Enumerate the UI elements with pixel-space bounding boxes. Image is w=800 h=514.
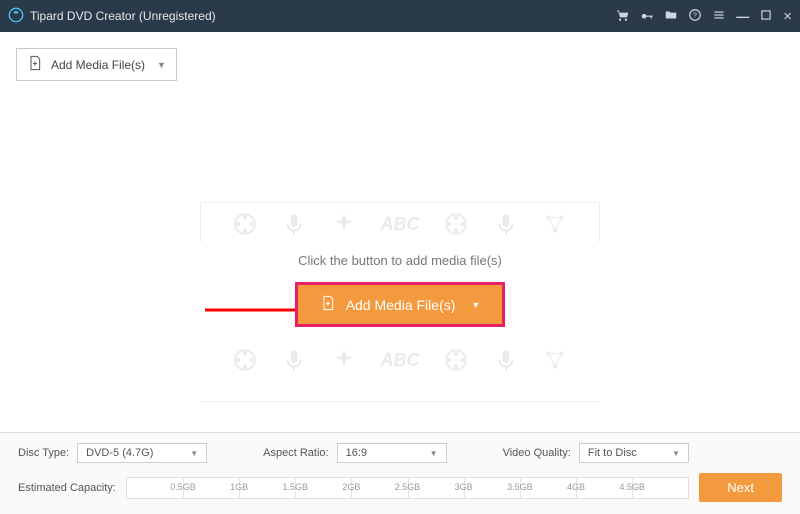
titlebar: Tipard DVD Creator (Unregistered) ? — ×	[0, 0, 800, 32]
add-media-label: Add Media File(s)	[51, 58, 145, 72]
capacity-tick-label: 1.5GB	[282, 482, 308, 492]
abc-watermark: ABC	[380, 214, 419, 235]
capacity-bar: 0.5GB 1GB 1.5GB 2GB 2.5GB 3GB 3.5GB 4GB 4.5GB	[126, 477, 689, 499]
capacity-tick-label: 2GB	[342, 482, 360, 492]
capacity-tick-label: 3.5GB	[507, 482, 533, 492]
file-add-icon	[320, 295, 336, 314]
video-quality-label: Video Quality:	[503, 447, 571, 459]
video-quality-value: Fit to Disc	[588, 447, 637, 459]
footer-capacity-row: Estimated Capacity: 0.5GB 1GB 1.5GB 2GB 2.5G…	[18, 473, 782, 502]
file-add-icon	[27, 55, 43, 74]
chevron-down-icon: ▼	[672, 449, 680, 458]
menu-icon[interactable]	[712, 8, 726, 25]
aspect-ratio-value: 16:9	[346, 447, 367, 459]
aspect-ratio-label: Aspect Ratio:	[263, 447, 328, 459]
watermark-row: ABC	[200, 339, 600, 381]
capacity-tick-label: 2.5GB	[395, 482, 421, 492]
cart-icon[interactable]	[616, 8, 630, 25]
disc-type-select[interactable]: DVD-5 (4.7G) ▼	[77, 443, 207, 463]
film-icon	[232, 211, 258, 237]
mic-icon	[281, 211, 307, 237]
close-icon[interactable]: ×	[783, 8, 792, 25]
next-button[interactable]: Next	[699, 473, 782, 502]
folder-icon[interactable]	[664, 8, 678, 25]
chevron-down-icon: ▼	[190, 449, 198, 458]
capacity-tick-label: 4.5GB	[619, 482, 645, 492]
estimated-capacity-label: Estimated Capacity:	[18, 482, 116, 494]
capacity-tick-label: 3GB	[455, 482, 473, 492]
footer-controls: Disc Type: DVD-5 (4.7G) ▼ Aspect Ratio: …	[18, 443, 782, 463]
abc-watermark: ABC	[380, 350, 419, 371]
help-icon[interactable]: ?	[688, 8, 702, 25]
capacity-tick-label: 4GB	[567, 482, 585, 492]
capacity-tick-label: 1GB	[230, 482, 248, 492]
add-media-center-label: Add Media File(s)	[346, 297, 456, 313]
mic-icon	[493, 347, 519, 373]
app-logo-icon	[8, 7, 24, 26]
chevron-down-icon: ▼	[430, 449, 438, 458]
titlebar-actions: ? — ×	[616, 8, 792, 25]
add-media-button[interactable]: Add Media File(s) ▼	[16, 48, 177, 81]
chevron-down-icon: ▼	[471, 300, 480, 310]
film-icon	[232, 347, 258, 373]
mic-icon	[281, 347, 307, 373]
drop-zone: ABC Click the button to add media file(s…	[200, 202, 600, 402]
sparkle-icon	[331, 347, 357, 373]
footer: Disc Type: DVD-5 (4.7G) ▼ Aspect Ratio: …	[0, 432, 800, 514]
svg-text:?: ?	[693, 12, 697, 19]
disc-type-label: Disc Type:	[18, 447, 69, 459]
film-icon	[443, 211, 469, 237]
drop-zone-hint: Click the button to add media file(s)	[200, 253, 600, 268]
add-media-center-button[interactable]: Add Media File(s) ▼	[295, 282, 506, 327]
minimize-icon[interactable]: —	[736, 9, 749, 24]
aspect-ratio-select[interactable]: 16:9 ▼	[337, 443, 447, 463]
watermark-row: ABC	[200, 203, 600, 245]
film-icon	[443, 347, 469, 373]
main-content: Add Media File(s) ▼ ABC Click the button…	[0, 32, 800, 432]
key-icon[interactable]	[640, 8, 654, 25]
mic-icon	[493, 211, 519, 237]
sparkle-icon	[331, 211, 357, 237]
maximize-icon[interactable]	[759, 8, 773, 25]
app-title: Tipard DVD Creator (Unregistered)	[30, 9, 216, 23]
chevron-down-icon: ▼	[157, 60, 166, 70]
toolbar: Add Media File(s) ▼	[0, 32, 800, 97]
video-quality-select[interactable]: Fit to Disc ▼	[579, 443, 689, 463]
nodes-icon	[542, 211, 568, 237]
capacity-tick-label: 0.5GB	[170, 482, 196, 492]
nodes-icon	[542, 347, 568, 373]
app-logo: Tipard DVD Creator (Unregistered)	[8, 7, 216, 26]
disc-type-value: DVD-5 (4.7G)	[86, 447, 153, 459]
